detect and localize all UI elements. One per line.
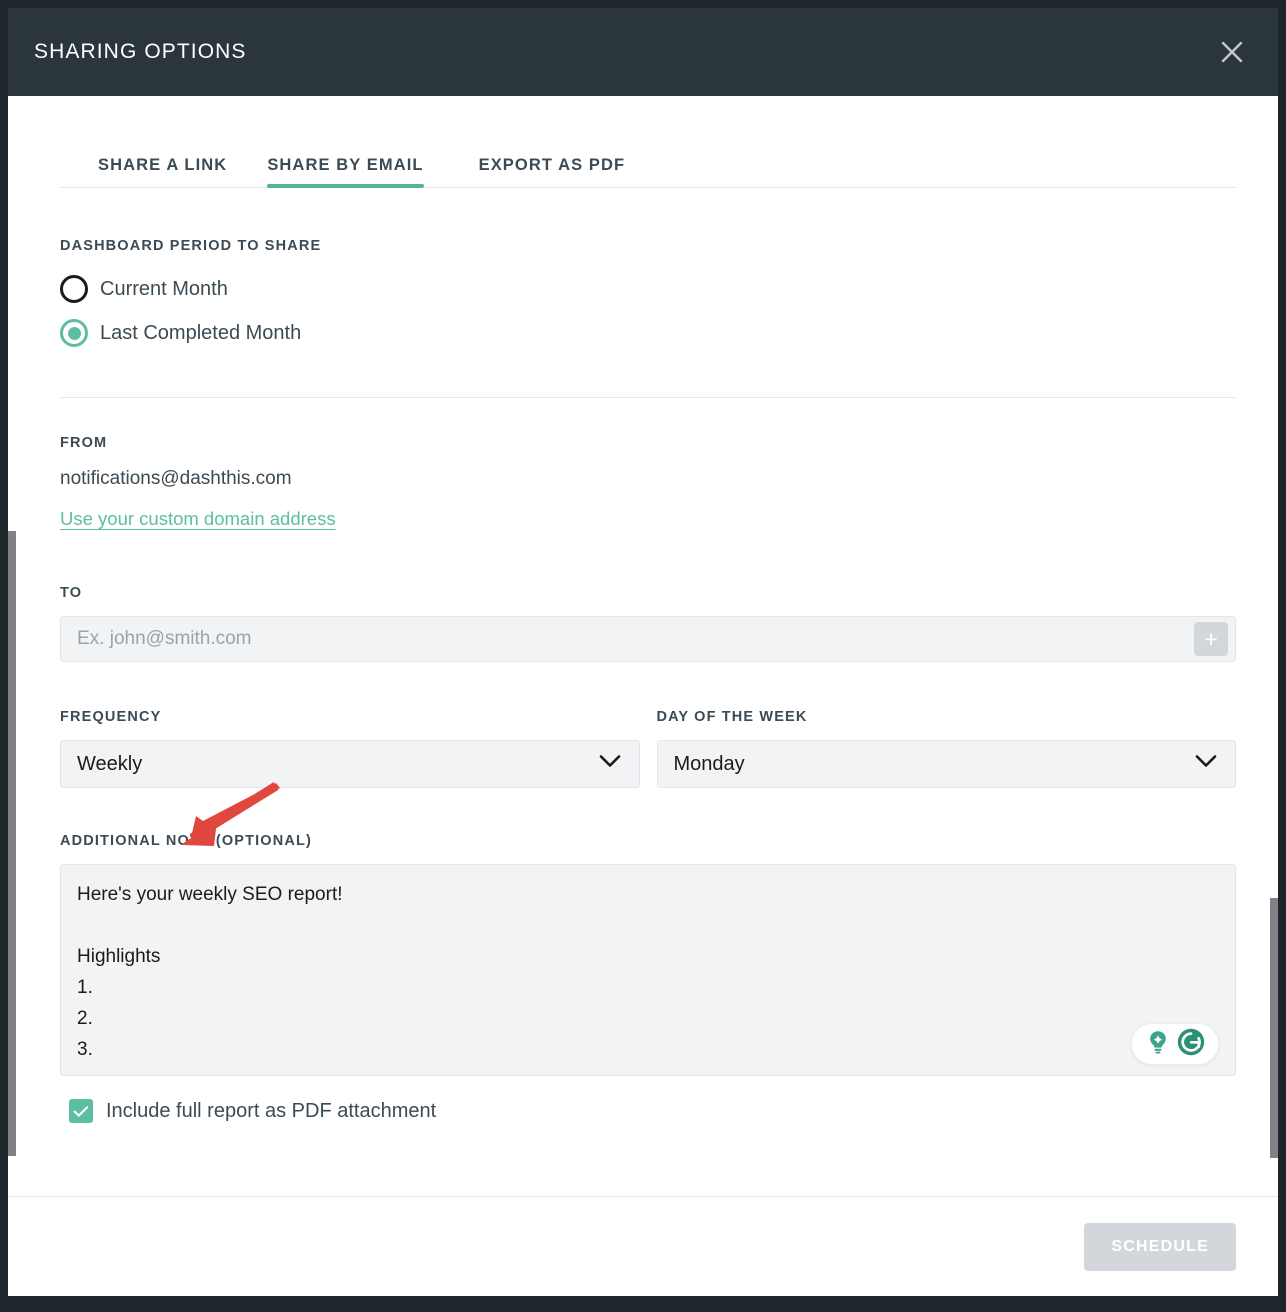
modal-header: SHARING OPTIONS	[8, 8, 1278, 96]
scrollbar-right[interactable]	[1270, 186, 1278, 1196]
include-pdf-attachment-row[interactable]: Include full report as PDF attachment	[69, 1099, 1236, 1123]
scrollbar-left[interactable]	[8, 186, 16, 1196]
chevron-down-icon	[599, 755, 621, 774]
radio-current-month[interactable]: Current Month	[60, 275, 1243, 303]
tab-export-as-pdf[interactable]: EXPORT AS PDF	[479, 156, 626, 187]
frequency-value: Weekly	[77, 752, 143, 775]
frequency-field: FREQUENCY Weekly	[60, 709, 640, 788]
grammarly-widget[interactable]	[1131, 1023, 1219, 1065]
scrollbar-thumb[interactable]	[8, 531, 16, 1156]
chevron-down-icon	[1195, 755, 1217, 774]
include-pdf-attachment-label: Include full report as PDF attachment	[106, 1099, 437, 1122]
modal-footer: SCHEDULE	[8, 1196, 1278, 1296]
page-title: SHARING OPTIONS	[34, 40, 247, 63]
radio-unchecked-icon	[60, 275, 88, 303]
day-of-week-label: DAY OF THE WEEK	[656, 709, 808, 725]
checkbox-checked-icon[interactable]	[69, 1099, 93, 1123]
radio-last-completed-month[interactable]: Last Completed Month	[60, 319, 1243, 347]
day-of-week-value: Monday	[673, 752, 745, 775]
tab-share-by-email[interactable]: SHARE BY EMAIL	[267, 156, 424, 188]
grammarly-g-icon	[1175, 1026, 1207, 1063]
radio-checked-icon	[60, 319, 88, 347]
schedule-button[interactable]: SCHEDULE	[1084, 1222, 1236, 1271]
radio-last-completed-month-label: Last Completed Month	[100, 321, 302, 344]
scrollbar-thumb[interactable]	[1270, 898, 1278, 1158]
modal-body: SHARE A LINK SHARE BY EMAIL EXPORT AS PD…	[8, 96, 1278, 1196]
from-section: FROM notifications@dashthis.com Use your…	[51, 398, 1243, 530]
frequency-label: FREQUENCY	[60, 709, 162, 725]
add-recipient-button[interactable]: +	[1194, 622, 1228, 656]
from-label: FROM	[60, 435, 108, 451]
to-section: TO +	[51, 530, 1243, 662]
dashboard-period-label: DASHBOARD PERIOD TO SHARE	[60, 238, 322, 254]
radio-current-month-label: Current Month	[100, 277, 228, 300]
frequency-select[interactable]: Weekly	[60, 740, 640, 788]
day-of-week-select[interactable]: Monday	[656, 740, 1236, 788]
close-icon[interactable]	[1212, 32, 1252, 72]
to-email-input[interactable]	[61, 617, 1194, 661]
additional-note-label: ADDITIONAL NOTE (OPTIONAL)	[60, 833, 312, 849]
sharing-options-modal: SHARING OPTIONS SHARE A LINK SHARE BY EM…	[8, 8, 1278, 1296]
use-custom-domain-link[interactable]: Use your custom domain address	[60, 508, 336, 530]
from-address: notifications@dashthis.com	[60, 468, 292, 489]
tab-share-a-link[interactable]: SHARE A LINK	[98, 156, 227, 187]
schedule-row: FREQUENCY Weekly DAY OF THE WEEK Monday	[60, 709, 1236, 788]
tab-bar: SHARE A LINK SHARE BY EMAIL EXPORT AS PD…	[60, 96, 1236, 188]
dashboard-period-section: DASHBOARD PERIOD TO SHARE Current Month …	[51, 188, 1243, 347]
to-input-wrapper: +	[60, 616, 1236, 662]
additional-note-textarea[interactable]	[61, 865, 1235, 1075]
additional-note-wrapper	[60, 864, 1236, 1076]
to-label: TO	[60, 585, 83, 601]
lightbulb-icon	[1143, 1027, 1173, 1062]
day-of-week-field: DAY OF THE WEEK Monday	[656, 709, 1236, 788]
additional-note-section: ADDITIONAL NOTE (OPTIONAL) Here's your w…	[60, 833, 1236, 1123]
